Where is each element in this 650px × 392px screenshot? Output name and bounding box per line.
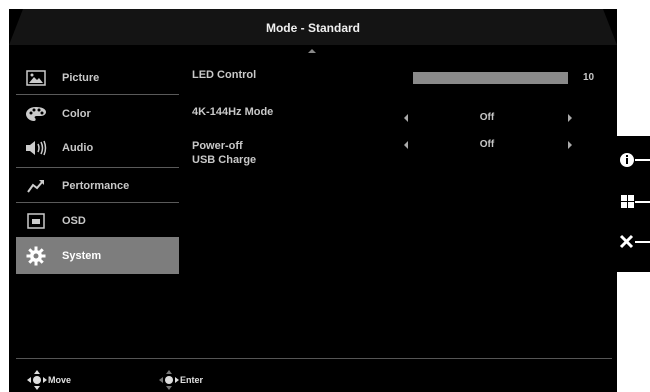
mode-4k144-value[interactable]: Off <box>457 112 517 123</box>
menu-grid-icon <box>621 195 650 208</box>
info-icon <box>620 153 650 167</box>
sidebar-item-color[interactable]: Color <box>16 95 179 132</box>
mode-4k144-label: 4K-144Hz Mode <box>192 106 274 118</box>
arrow-right-icon[interactable] <box>568 141 572 149</box>
footer-divider <box>16 358 612 359</box>
exit-button[interactable] <box>619 232 650 252</box>
close-icon <box>619 234 650 249</box>
arrow-right-icon[interactable] <box>568 114 572 122</box>
power-off-usb-label: Power-off USB Charge <box>192 139 256 167</box>
power-off-usb-value[interactable]: Off <box>457 139 517 150</box>
led-control-label: LED Control <box>192 69 257 81</box>
footer-enter-label: Enter <box>180 375 204 385</box>
menu-button[interactable] <box>619 192 650 212</box>
arrow-left-icon[interactable] <box>404 141 408 149</box>
led-control-value: 10 <box>583 72 595 83</box>
sidebar-item-audio[interactable]: Audio <box>16 129 179 166</box>
page-title: Mode - Standard <box>265 21 360 35</box>
speaker-icon <box>25 137 47 159</box>
footer-move-label: Move <box>48 375 72 385</box>
power-off-label-line1: Power-off <box>192 140 243 152</box>
performance-icon <box>25 175 47 197</box>
footer-enter: Enter <box>158 369 203 391</box>
osd-window: Mode - Standard Picture Color Audio Pert… <box>9 9 617 392</box>
palette-icon <box>25 103 47 125</box>
info-button[interactable] <box>619 150 650 170</box>
sidebar-item-osd[interactable]: OSD <box>16 202 179 239</box>
side-button-panel <box>617 136 650 272</box>
dpad-enter-icon <box>159 370 179 390</box>
scroll-up-icon <box>308 49 316 53</box>
picture-icon <box>25 67 47 89</box>
sidebar-item-label: OSD <box>62 214 86 227</box>
footer-move: Move <box>26 369 71 391</box>
sidebar-item-system[interactable]: System <box>16 237 179 274</box>
sidebar-item-label: System <box>62 249 102 262</box>
dpad-move-icon <box>27 370 47 390</box>
header-bar: Mode - Standard <box>9 9 617 45</box>
gear-icon <box>25 245 47 267</box>
sidebar-item-label: Picture <box>62 71 100 84</box>
led-control-slider[interactable] <box>413 72 568 84</box>
sidebar-item-label: Pertormance <box>62 179 130 192</box>
sidebar-item-performance[interactable]: Pertormance <box>16 167 179 204</box>
osd-icon <box>25 210 47 232</box>
sidebar-item-label: Audio <box>62 141 94 154</box>
power-off-label-line2: USB Charge <box>192 154 257 166</box>
sidebar-item-picture[interactable]: Picture <box>16 59 179 96</box>
sidebar-item-label: Color <box>62 107 91 120</box>
arrow-left-icon[interactable] <box>404 114 408 122</box>
